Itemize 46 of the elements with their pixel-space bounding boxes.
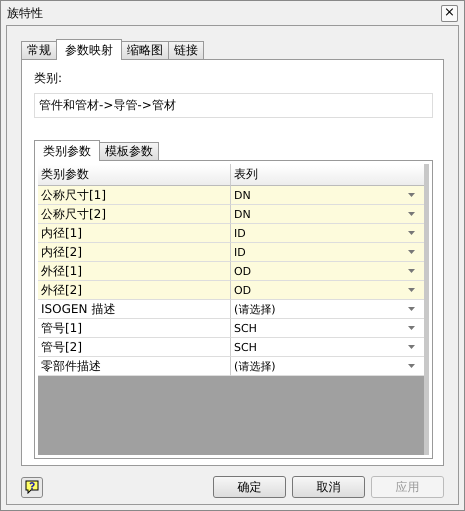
dropdown-cell[interactable]: ID <box>231 224 424 243</box>
table-cell: 外径[1] <box>38 262 231 281</box>
caret-icon <box>408 326 415 330</box>
column-header: 表列 <box>231 164 424 186</box>
caret-icon <box>408 212 415 216</box>
caret-icon <box>408 269 415 273</box>
column-header: 类别参数 <box>38 164 231 186</box>
caret-icon <box>408 193 415 197</box>
dropdown-cell[interactable]: OD <box>231 281 424 300</box>
category-label: 类别: <box>34 70 64 87</box>
table-cell: 内径[1] <box>38 224 231 243</box>
window-title: 族特性 <box>7 4 43 22</box>
table-cell: ISOGEN 描述 <box>38 300 231 319</box>
caret-icon <box>408 307 415 311</box>
table-cell: 零部件描述 <box>38 357 231 376</box>
tab[interactable]: 链接 <box>168 41 204 59</box>
table-cell: 内径[2] <box>38 243 231 262</box>
table-cell: 管号[1] <box>38 319 231 338</box>
dropdown-cell[interactable]: SCH <box>231 338 424 357</box>
dropdown-cell[interactable]: DN <box>231 186 424 205</box>
tab[interactable]: 类别参数 <box>34 140 100 161</box>
dialog-button[interactable]: 确定 <box>213 476 286 498</box>
caret-icon <box>408 288 415 292</box>
dropdown-cell[interactable]: (请选择) <box>231 357 424 376</box>
tab[interactable]: 参数映射 <box>56 39 122 60</box>
tab[interactable]: 模板参数 <box>99 142 159 160</box>
table-cell: 公称尺寸[2] <box>38 205 231 224</box>
help-icon <box>25 480 39 494</box>
dialog-button[interactable]: 取消 <box>292 476 365 498</box>
dropdown-cell[interactable]: SCH <box>231 319 424 338</box>
close-button[interactable]: × <box>441 4 458 22</box>
table-cell: 公称尺寸[1] <box>38 186 231 205</box>
dropdown-cell[interactable]: OD <box>231 262 424 281</box>
table-cell: 外径[2] <box>38 281 231 300</box>
dropdown-cell[interactable]: (请选择) <box>231 300 424 319</box>
table-cell: 管号[2] <box>38 338 231 357</box>
category-field: 管件和管材->导管->管材 <box>34 93 433 118</box>
tab[interactable]: 缩略图 <box>121 41 169 59</box>
help-button[interactable] <box>21 476 43 498</box>
caret-icon <box>408 231 415 235</box>
caret-icon <box>408 364 415 368</box>
tab[interactable]: 常规 <box>21 41 57 59</box>
caret-icon <box>408 250 415 254</box>
dropdown-cell[interactable]: ID <box>231 243 424 262</box>
caret-icon <box>408 345 415 349</box>
dropdown-cell[interactable]: DN <box>231 205 424 224</box>
